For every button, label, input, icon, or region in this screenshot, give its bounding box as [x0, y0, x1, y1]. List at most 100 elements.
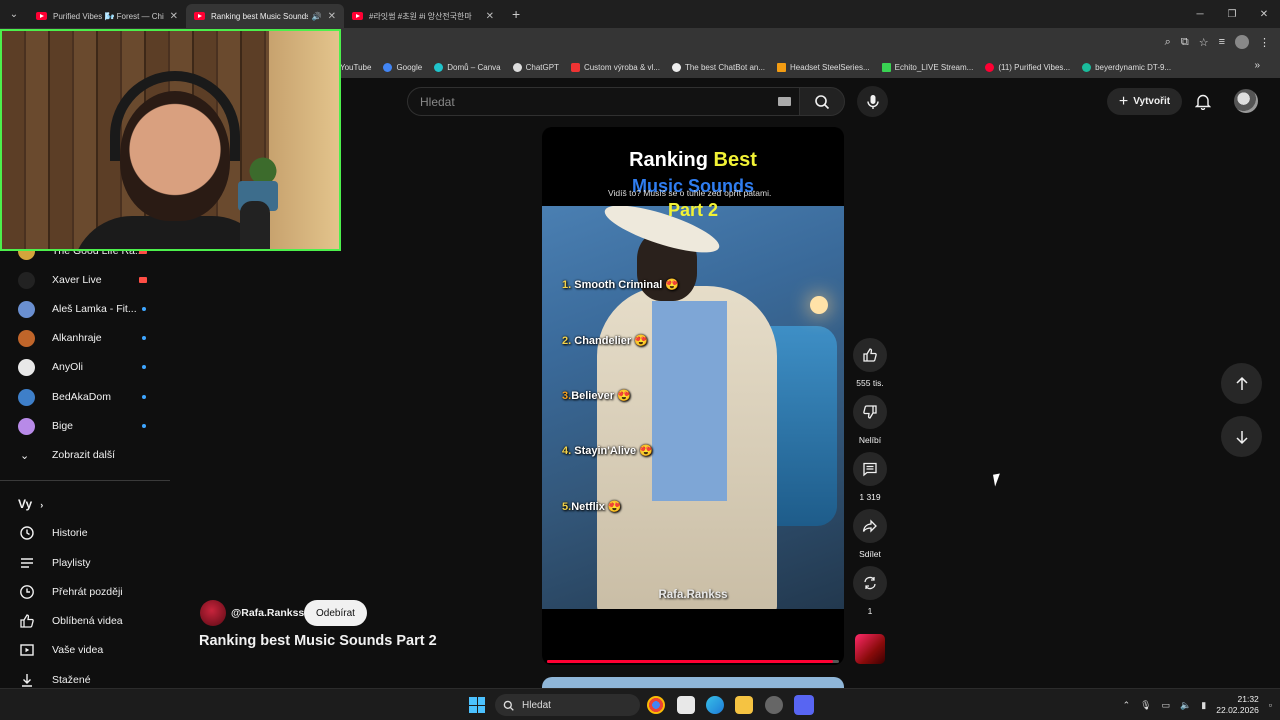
- taskbar-search[interactable]: Hledat: [495, 694, 640, 716]
- bookmark-custom[interactable]: Custom výroba & vl...: [570, 62, 660, 72]
- next-short-button[interactable]: [1221, 416, 1262, 457]
- comments-count: 1 319: [859, 492, 881, 502]
- bookmark-youtube[interactable]: YouTube: [340, 63, 371, 72]
- you-section-heading[interactable]: Vy ›: [18, 497, 43, 511]
- sidebar-sub-alkanhraje[interactable]: Alkanhraje: [0, 324, 170, 352]
- remix-button[interactable]: 1: [853, 566, 887, 616]
- close-tab-icon[interactable]: ✕: [328, 11, 336, 22]
- edge-icon[interactable]: [706, 696, 724, 714]
- new-tab-icon[interactable]: +: [512, 6, 520, 22]
- search-icon: [503, 700, 514, 711]
- bookmark-steelseries[interactable]: Headset SteelSeries...: [777, 62, 870, 72]
- bookmark-star-icon[interactable]: ☆: [1199, 36, 1209, 49]
- more-bookmarks-icon[interactable]: »: [1254, 60, 1260, 71]
- sound-thumbnail[interactable]: [855, 634, 885, 664]
- sidebar-sub-bige[interactable]: Bige: [0, 412, 170, 440]
- tray-mic-icon[interactable]: 🎙: [1140, 700, 1151, 711]
- tab-title: #라잇썸 #초원 #i 앙산전국한마: [369, 11, 472, 21]
- close-window-icon[interactable]: ✕: [1248, 0, 1280, 28]
- youtube-favicon-icon: [352, 12, 363, 20]
- sidebar-sub-anyoli[interactable]: AnyOli: [0, 353, 170, 381]
- account-avatar[interactable]: [1234, 89, 1258, 113]
- new-content-dot: [142, 395, 146, 399]
- chatgpt-icon: [512, 62, 522, 72]
- tab-search-menu-icon[interactable]: ⌄: [0, 0, 28, 28]
- channel-avatar: [18, 417, 35, 435]
- sidebar-sub-xaver[interactable]: Xaver Live: [0, 266, 170, 294]
- zoom-icon[interactable]: ⌕: [1165, 36, 1171, 49]
- close-tab-icon[interactable]: ✕: [486, 11, 494, 22]
- title-yellow: Best: [713, 149, 757, 171]
- volume-icon[interactable]: 🔈: [1180, 700, 1191, 711]
- comments-button[interactable]: 1 319: [853, 452, 887, 502]
- short-video-player[interactable]: Ranking Best Music Sounds Part 2 Vidíš t…: [542, 127, 844, 665]
- dislike-button[interactable]: Nelíbí: [853, 395, 887, 445]
- bookmark-google[interactable]: Google: [383, 62, 422, 72]
- taskbar-search-label: Hledat: [522, 699, 551, 711]
- battery-icon[interactable]: ▮: [1201, 700, 1206, 711]
- sidebar-item-history[interactable]: Historie: [0, 519, 170, 547]
- sidebar-item-watch-later[interactable]: Přehrát později: [0, 578, 170, 606]
- store-icon[interactable]: [677, 696, 695, 714]
- file-explorer-icon[interactable]: [735, 696, 753, 714]
- rank-name: Stayin'Alive: [574, 445, 637, 457]
- like-button[interactable]: 555 tis.: [853, 338, 887, 388]
- share-button[interactable]: Sdílet: [853, 509, 887, 559]
- notifications-button[interactable]: [1192, 90, 1214, 112]
- channel-avatar: [18, 300, 35, 318]
- sidebar-sub-bedakadom[interactable]: BedAkaDom: [0, 383, 170, 411]
- arrow-down-icon: [1235, 430, 1248, 444]
- chrome-icon[interactable]: [647, 696, 665, 714]
- show-more-button[interactable]: ⌄ Zobrazit další: [0, 441, 170, 469]
- video-title[interactable]: Ranking best Music Sounds Part 2: [199, 633, 437, 649]
- tray-overflow-icon[interactable]: ⌃: [1123, 700, 1131, 711]
- comment-icon: [863, 462, 877, 477]
- notification-center-icon[interactable]: ▫: [1269, 700, 1272, 710]
- close-tab-icon[interactable]: ✕: [170, 11, 178, 22]
- sidebar-item-label: Vaše videa: [52, 644, 104, 656]
- rank-item-1: 1. Smooth Criminal 😍: [562, 279, 680, 291]
- previous-short-button[interactable]: [1221, 363, 1262, 404]
- create-button[interactable]: + Vytvořit: [1107, 88, 1182, 115]
- sidebar-item-liked[interactable]: Oblíbená videa: [0, 607, 170, 635]
- browser-tab-2[interactable]: Ranking best Music Sounds 🔊 ✕: [186, 4, 344, 28]
- search-input[interactable]: Hledat: [407, 87, 800, 116]
- browser-tab-3[interactable]: #라잇썸 #초원 #i 앙산전국한마 ✕: [344, 4, 502, 28]
- bookmark-label: YouTube: [340, 62, 372, 72]
- discord-icon[interactable]: [794, 695, 814, 715]
- playback-progress-bar[interactable]: [547, 660, 839, 663]
- bookmark-label: Custom výroba & vl...: [583, 62, 660, 72]
- history-icon: [18, 524, 36, 542]
- channel-handle[interactable]: @Rafa.Rankss: [231, 607, 304, 619]
- browser-tab-1[interactable]: Purified Vibes 🌬️ Forest — Chi ✕: [28, 4, 186, 28]
- bookmark-chatgpt[interactable]: ChatGPT: [512, 62, 559, 72]
- channel-avatar[interactable]: [200, 600, 226, 626]
- bookmark-echito[interactable]: Echito_LIVE Stream...: [881, 62, 973, 72]
- youtube-favicon-icon: [36, 12, 47, 20]
- short-title-line1: Ranking Best: [542, 149, 844, 172]
- steam-icon[interactable]: [765, 696, 783, 714]
- sidebar-item-playlists[interactable]: Playlisty: [0, 549, 170, 577]
- bookmark-beyerdynamic[interactable]: beyerdynamic DT-9...: [1082, 62, 1171, 72]
- search-button[interactable]: [799, 87, 845, 116]
- taskbar-clock[interactable]: 21:32 22.02.2026: [1216, 694, 1259, 716]
- audio-playing-icon[interactable]: 🔊: [312, 12, 322, 21]
- subscribe-button[interactable]: Odebírat: [304, 600, 367, 626]
- voice-search-button[interactable]: [857, 86, 888, 117]
- bookmark-canva[interactable]: Domů – Canva: [434, 62, 501, 72]
- profile-icon[interactable]: [1235, 35, 1249, 49]
- sidebar-sub-lamka[interactable]: Aleš Lamka - Fit...: [0, 295, 170, 323]
- media-control-icon[interactable]: ≡: [1219, 36, 1225, 48]
- minimize-icon[interactable]: ─: [1184, 0, 1216, 28]
- browser-menu-icon[interactable]: ⋮: [1259, 36, 1270, 49]
- bookmark-chatbot[interactable]: The best ChatBot an...: [671, 62, 765, 72]
- system-tray: ⌃ 🎙 ▭ 🔈 ▮ 21:32 22.02.2026 ▫: [1123, 689, 1272, 720]
- windows-taskbar: Hledat ⌃ 🎙 ▭ 🔈 ▮ 21:32 22.02.2026 ▫: [0, 688, 1280, 720]
- windows-start-icon[interactable]: [469, 697, 485, 713]
- sidebar-item-your-videos[interactable]: Vaše videa: [0, 636, 170, 664]
- keyboard-icon[interactable]: [778, 97, 791, 106]
- restore-icon[interactable]: ❐: [1216, 0, 1248, 28]
- bookmark-purified[interactable]: (11) Purified Vibes...: [985, 62, 1070, 72]
- install-app-icon[interactable]: ⧉: [1181, 36, 1189, 49]
- network-icon[interactable]: ▭: [1162, 700, 1171, 711]
